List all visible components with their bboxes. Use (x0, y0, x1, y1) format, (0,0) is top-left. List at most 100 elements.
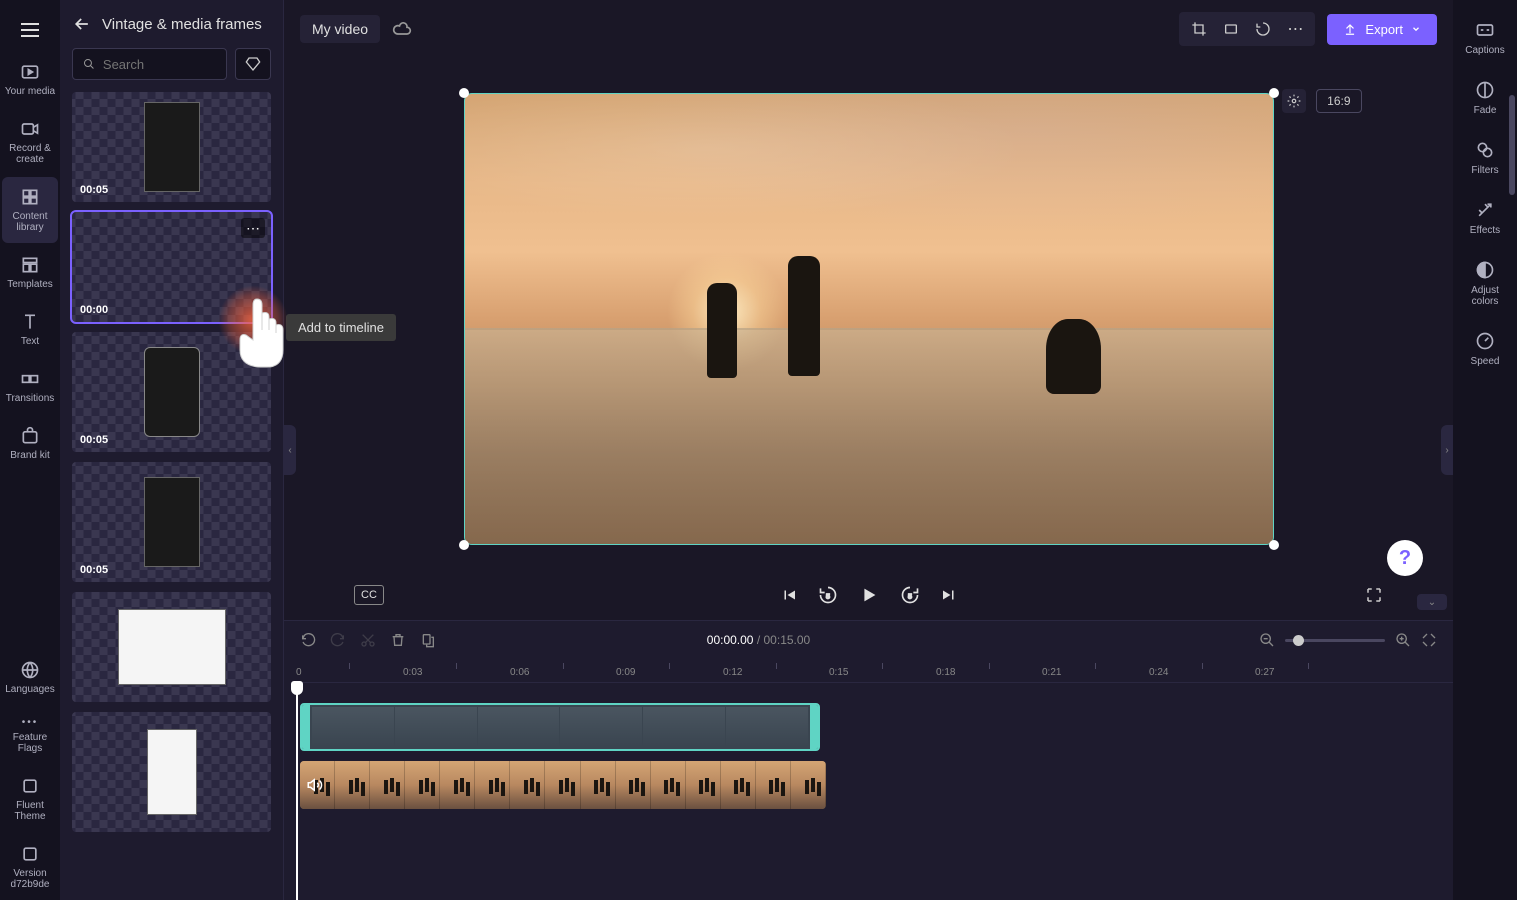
dots-icon: ••• (22, 717, 39, 728)
undo-button[interactable] (300, 632, 316, 648)
zoom-fit-button[interactable] (1421, 632, 1437, 648)
frame-thumbnail[interactable] (72, 592, 271, 702)
skip-end-button[interactable] (940, 586, 958, 604)
upload-icon (1343, 22, 1357, 36)
playback-bar: CC 5 5 ? (284, 570, 1453, 620)
effect-clip[interactable] (300, 703, 820, 751)
video-title[interactable]: My video (300, 15, 380, 43)
frame-preview (147, 729, 197, 815)
captions-toggle[interactable]: CC (354, 585, 384, 605)
nav-label: Templates (7, 279, 53, 290)
nav-record[interactable]: Record & create (2, 109, 58, 175)
prop-effects[interactable]: Effects (1457, 190, 1513, 246)
video-track[interactable] (296, 761, 1453, 811)
frame-thumbnail[interactable]: 00:05 (72, 462, 271, 582)
more-tools-button[interactable]: ⋯ (1279, 16, 1311, 42)
fit-button[interactable] (1215, 16, 1247, 42)
video-preview[interactable] (464, 93, 1274, 545)
premium-filter-button[interactable] (235, 48, 271, 80)
selection-handle[interactable] (1269, 88, 1279, 98)
zoom-in-button[interactable] (1395, 632, 1411, 648)
nav-transitions[interactable]: Transitions (2, 359, 58, 414)
prop-filters[interactable]: Filters (1457, 130, 1513, 186)
nav-feature-flags[interactable]: ••• Feature Flags (2, 707, 58, 764)
nav-label: Fluent Theme (4, 800, 56, 822)
selection-handle[interactable] (1269, 540, 1279, 550)
prop-fade[interactable]: Fade (1457, 70, 1513, 126)
timeline-ruler[interactable]: 0 0:03 0:06 0:09 0:12 0:15 0:18 0:21 0:2… (296, 659, 1453, 683)
export-button[interactable]: Export (1327, 14, 1437, 45)
redo-button[interactable] (330, 632, 346, 648)
nav-label: Feature Flags (4, 732, 56, 754)
thumbnail-more-button[interactable]: ⋯ (241, 218, 265, 238)
ruler-tick: 0:27 (1255, 667, 1274, 678)
captions-icon (1475, 20, 1495, 40)
prop-label: Effects (1470, 225, 1500, 236)
nav-languages[interactable]: Languages (2, 650, 58, 705)
delete-button[interactable] (390, 632, 406, 648)
video-clip[interactable] (300, 761, 826, 809)
frame-thumbnail[interactable]: 00:05 (72, 332, 271, 452)
ruler-tick: 0:15 (829, 667, 848, 678)
frame-thumbnail-selected[interactable]: ⋯ 00:00 (72, 212, 271, 322)
nav-text[interactable]: Text (2, 302, 58, 357)
cut-button[interactable] (360, 632, 376, 648)
nav-version[interactable]: Version d72b9de (2, 834, 58, 900)
crop-button[interactable] (1183, 16, 1215, 42)
fullscreen-button[interactable] (1365, 586, 1383, 604)
back-arrow-icon[interactable] (72, 14, 92, 34)
panel-scrollbar[interactable] (1509, 95, 1515, 195)
prop-captions[interactable]: Captions (1457, 10, 1513, 66)
nav-label: Content library (4, 211, 56, 233)
nav-label: Record & create (4, 143, 56, 165)
dots-icon: ⋯ (1287, 19, 1303, 39)
top-bar: My video ⋯ Export (284, 0, 1453, 58)
collapse-preview[interactable]: ⌄ (1417, 594, 1447, 610)
nav-brand-kit[interactable]: Brand kit (2, 416, 58, 471)
ruler-tick: 0:06 (510, 667, 529, 678)
preview-tools: ⋯ (1179, 12, 1315, 46)
nav-label: Transitions (6, 393, 55, 404)
preview-settings-button[interactable] (1282, 89, 1306, 113)
prop-speed[interactable]: Speed (1457, 321, 1513, 377)
crop-icon (1191, 21, 1207, 37)
nav-content-library[interactable]: Content library (2, 177, 58, 243)
aspect-ratio-button[interactable]: 16:9 (1316, 89, 1361, 113)
nav-fluent-theme[interactable]: Fluent Theme (2, 766, 58, 832)
selection-handle[interactable] (459, 540, 469, 550)
zoom-slider[interactable] (1285, 639, 1385, 642)
play-button[interactable] (858, 584, 880, 606)
frame-thumbnail[interactable]: 00:05 (72, 92, 271, 202)
timeline-toolbar: 00:00.00 / 00:15.00 (284, 621, 1453, 659)
cloud-sync-icon[interactable] (392, 19, 412, 39)
frame-thumbnail[interactable] (72, 712, 271, 832)
help-button[interactable]: ? (1387, 540, 1423, 576)
rewind-button[interactable]: 5 (818, 585, 838, 605)
templates-icon (20, 255, 40, 275)
rotate-button[interactable] (1247, 16, 1279, 42)
nav-your-media[interactable]: Your media (2, 52, 58, 107)
prop-label: Adjust colors (1459, 285, 1511, 307)
selection-handle[interactable] (459, 88, 469, 98)
thumbnails-list[interactable]: 00:05 ⋯ 00:00 00:05 00:05 (60, 92, 283, 900)
effect-track[interactable] (296, 703, 1453, 753)
prop-label: Fade (1474, 105, 1497, 116)
collapse-right-panel[interactable]: › (1441, 425, 1453, 475)
search-input[interactable] (103, 57, 216, 72)
forward-button[interactable]: 5 (900, 585, 920, 605)
fit-icon (1223, 21, 1239, 37)
nav-templates[interactable]: Templates (2, 245, 58, 300)
split-button[interactable] (420, 632, 436, 648)
timeline-tracks[interactable] (284, 683, 1453, 900)
main-area: My video ⋯ Export (284, 0, 1453, 900)
hamburger-menu[interactable] (10, 10, 50, 50)
zoom-out-button[interactable] (1259, 632, 1275, 648)
search-box[interactable] (72, 48, 227, 80)
playhead[interactable] (296, 683, 298, 900)
preview-area: 16:9 (284, 58, 1453, 570)
fade-icon (1475, 80, 1495, 100)
thumb-duration: 00:00 (80, 304, 108, 316)
skip-start-button[interactable] (780, 586, 798, 604)
prop-adjust-colors[interactable]: Adjust colors (1457, 250, 1513, 317)
rotate-icon (1255, 21, 1271, 37)
